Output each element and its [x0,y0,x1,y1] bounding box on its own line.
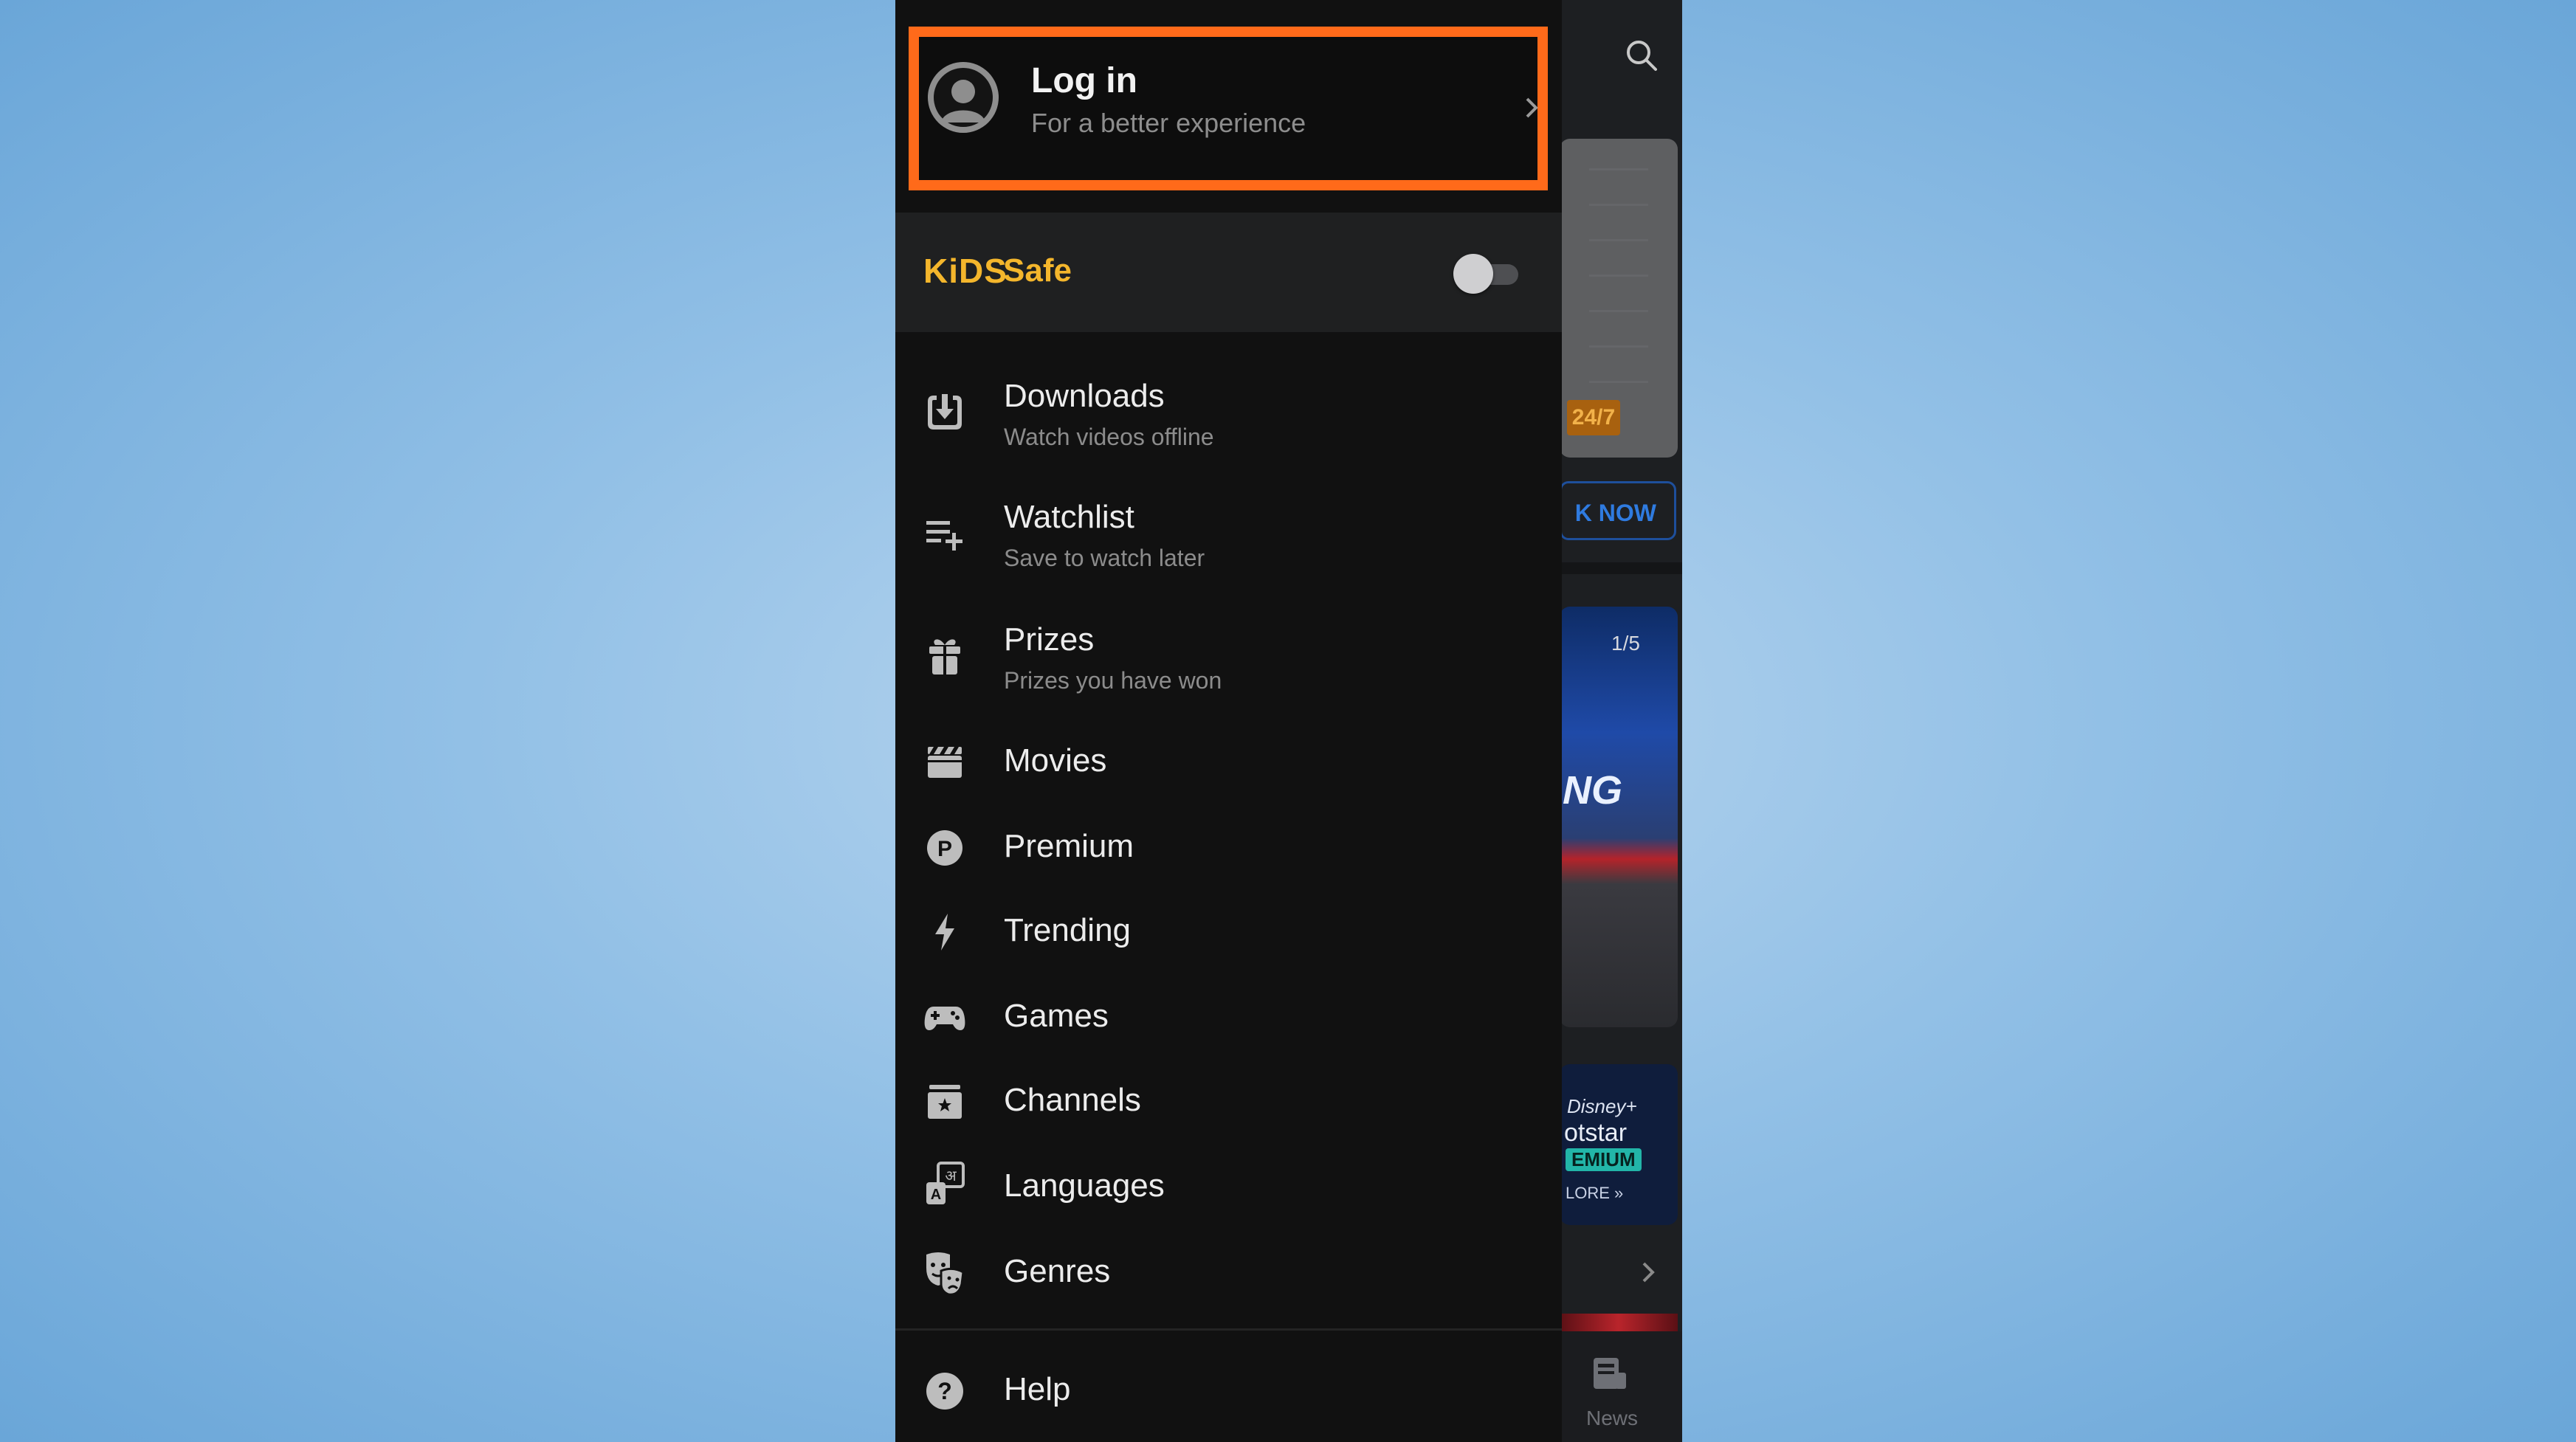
news-icon[interactable] [1589,1355,1629,1395]
svg-text:A: A [931,1187,941,1203]
menu-subtitle: Watch videos offline [1004,424,1214,450]
menu-label: Premium [1004,828,1134,864]
carousel-banner[interactable] [1560,607,1678,1027]
phone-screen: 24/7 K NOW 1/5 NG Disney+ otstar EMIUM L… [895,0,1682,1442]
menu-subtitle: Save to watch later [1004,545,1205,571]
menu-label: Movies [1004,742,1107,779]
menu-item-premium[interactable]: P Premium [895,819,1562,878]
book-now-button[interactable]: K NOW [1560,481,1676,540]
menu-item-watchlist[interactable]: Watchlist Save to watch later [895,490,1562,593]
chevron-right-icon [1517,93,1546,123]
menu-item-genres[interactable]: Genres [895,1244,1562,1303]
menu-label: Games [1004,998,1109,1034]
gamepad-icon [923,996,966,1039]
languages-icon: अA [923,1162,966,1204]
svg-text:अ: अ [945,1167,957,1184]
carousel-overlay-text: NG [1563,768,1622,813]
menu-label: Help [1004,1371,1071,1407]
playlist-add-icon [923,512,966,555]
lightning-icon [923,911,966,953]
menu-item-help[interactable]: ? Help [895,1362,1562,1421]
premium-p-icon: P [923,827,966,869]
menu-item-prizes[interactable]: Prizes Prizes you have won [895,613,1562,716]
menu-label: Watchlist [1004,499,1134,535]
menu-item-languages[interactable]: अA Languages [895,1159,1562,1218]
menu-label: Genres [1004,1253,1111,1289]
menu-subtitle: Prizes you have won [1004,667,1222,694]
help-icon: ? [923,1370,966,1412]
menu-label: Channels [1004,1082,1141,1118]
menu-label: Trending [1004,912,1132,948]
menu-label: Downloads [1004,378,1165,414]
kids-safe-toggle[interactable] [1453,254,1521,294]
search-icon[interactable] [1625,38,1659,72]
avatar-icon [928,62,999,133]
promo-tag: EMIUM [1566,1148,1642,1171]
clapperboard-icon [923,741,966,784]
menu-label: Languages [1004,1167,1165,1204]
menu-item-downloads[interactable]: Downloads Watch videos offline [895,369,1562,472]
login-title: Log in [1031,61,1137,100]
promo-cta: LORE » [1566,1184,1624,1202]
login-card[interactable]: Log in For a better experience [909,27,1548,190]
live-badge: 24/7 [1567,400,1620,435]
menu-item-channels[interactable]: Channels [895,1073,1562,1132]
menu-label: Prizes [1004,621,1095,658]
kids-safe-row: KiDS Safe [895,213,1562,332]
svg-text:P: P [937,837,952,861]
menu-item-trending[interactable]: Trending [895,903,1562,962]
kids-safe-label: Safe [1003,252,1072,289]
promo-brand-line2: otstar [1564,1119,1628,1147]
kids-logo: KiDS [923,252,1008,290]
channels-icon [923,1080,966,1123]
promo-brand-line1: Disney+ [1567,1095,1637,1117]
menu-item-movies[interactable]: Movies [895,734,1562,793]
gift-icon [923,635,966,677]
download-icon [923,390,966,432]
svg-text:?: ? [937,1378,952,1404]
chevron-right-icon[interactable] [1635,1259,1661,1286]
carousel-counter: 1/5 [1611,632,1640,655]
menu-item-games[interactable]: Games [895,989,1562,1048]
nav-news-label[interactable]: News [1586,1407,1638,1430]
login-subtitle: For a better experience [1031,108,1306,138]
navigation-drawer: Log in For a better experience KiDS Safe… [895,0,1562,1442]
theater-masks-icon [923,1250,966,1296]
menu-divider [895,1328,1562,1331]
